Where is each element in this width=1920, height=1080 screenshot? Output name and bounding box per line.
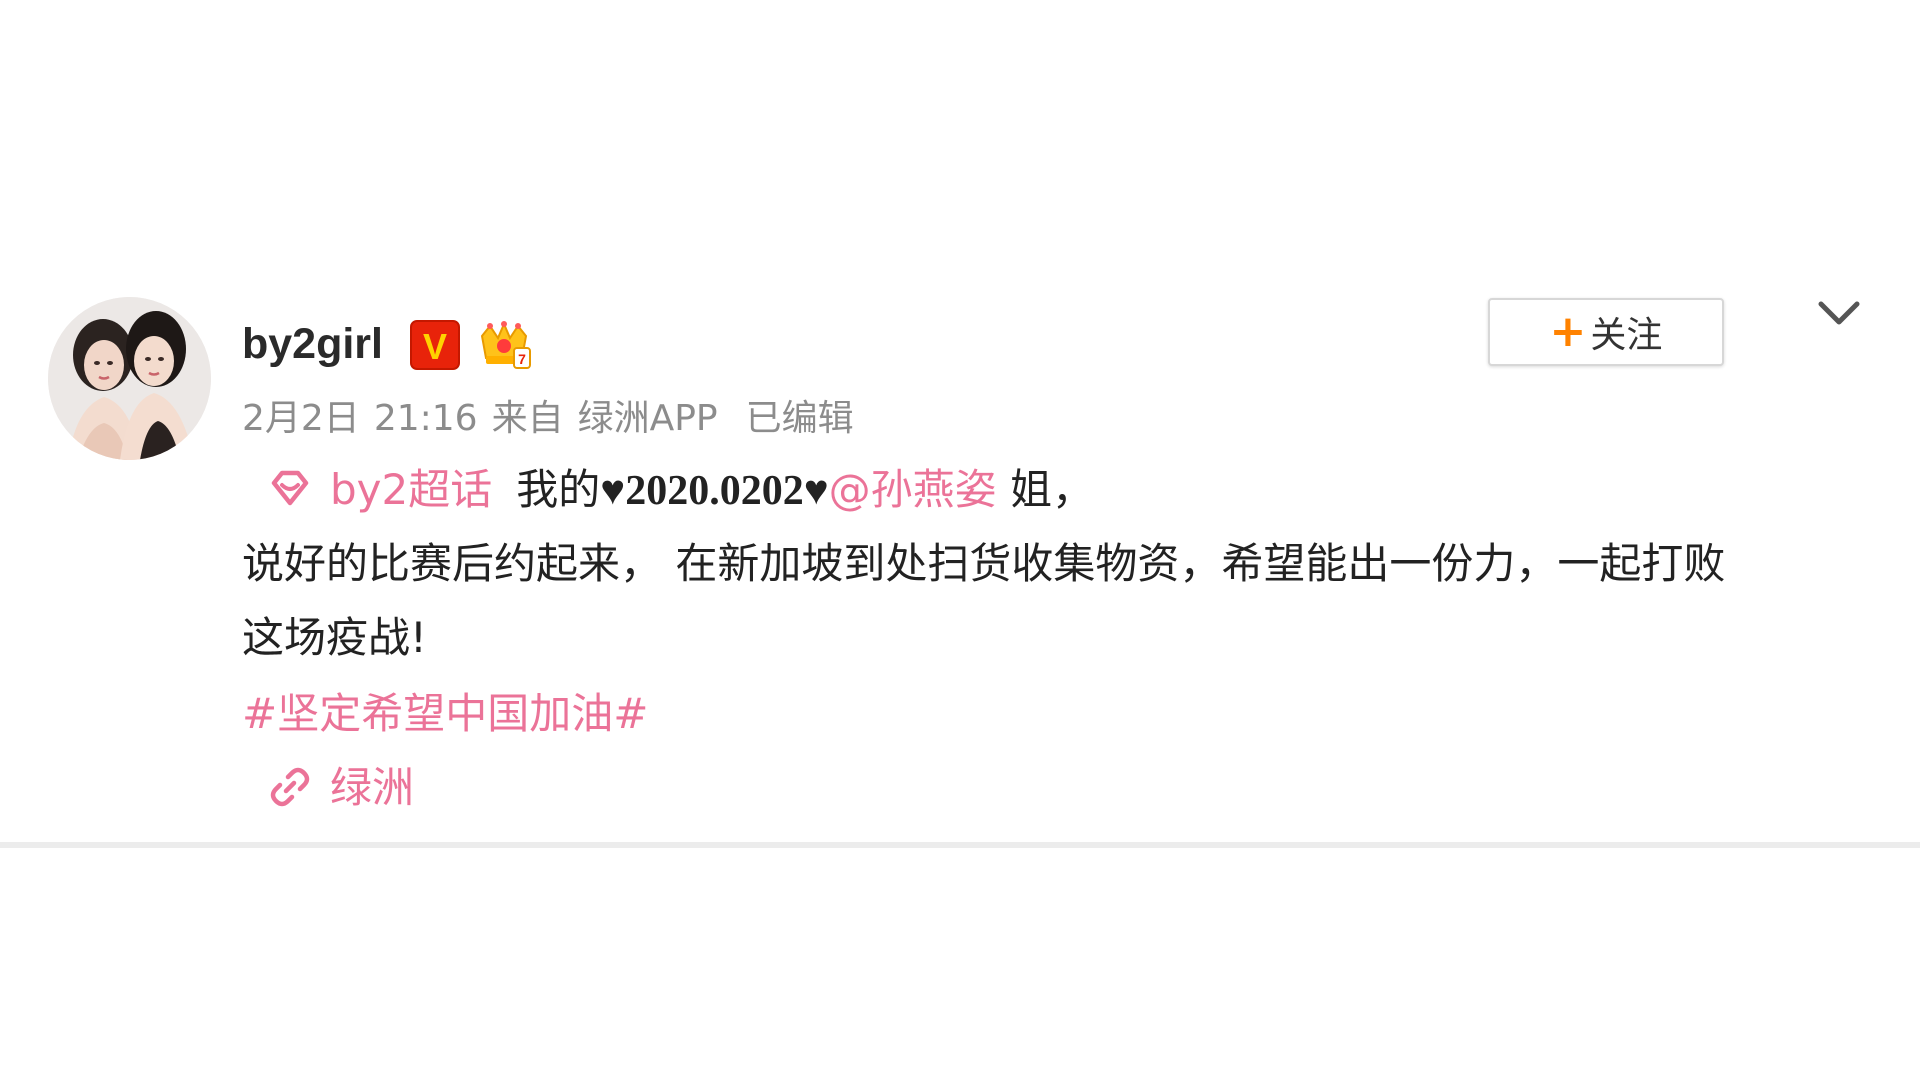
post-divider [0,842,1920,848]
post-text-line-1: by2超话 我的♥2020.0202♥@孙燕姿 姐， [242,462,1094,519]
plus-icon: + [1549,306,1587,357]
username[interactable]: by2girl [242,316,383,372]
post-text-intro: 我的 [516,465,601,514]
follow-button-label: 关注 [1590,315,1663,356]
date-tag: ♥2020.0202♥ [600,468,829,514]
mention-link[interactable]: @孙燕姿 [829,465,997,514]
post-text-line-3: 这场疫战! [242,613,427,662]
post-text-line-2: 说好的比赛后约起来， 在新加坡到处扫货收集物资，希望能出一份力，一起打败 [242,539,1726,588]
supertopic-link[interactable]: by2超话 [330,465,492,514]
edited-label[interactable]: 已编辑 [746,398,854,439]
link-icon [270,767,310,806]
post-meta: 2月2日 21:16 来自 绿洲APP 已编辑 [242,395,854,443]
svg-text:7: 7 [518,351,526,367]
post-time: 21:16 [373,398,478,439]
supertopic-diamond-icon [271,470,309,505]
weibo-post: by2girl V 7 2月2日 21:16 来自 绿洲APP 已编辑 + 关注 by2… [0,0,1920,1080]
avatar[interactable] [48,297,211,460]
chevron-down-icon[interactable] [1816,296,1862,332]
post-source[interactable]: 绿洲APP [578,398,718,439]
verified-badge-icon: V [410,320,460,370]
post-source-prefix: 来自 [491,398,564,439]
hashtag-link[interactable]: #坚定希望中国加油# [242,686,648,742]
crown-icon: 7 [480,321,531,369]
verified-badge-letter: V [423,326,447,367]
post-date: 2月2日 [242,398,360,439]
location-link[interactable]: 绿洲 [242,760,414,816]
post-text-suffix: 姐， [996,465,1095,514]
location-link-label[interactable]: 绿洲 [330,763,414,812]
follow-button[interactable]: + 关注 [1488,298,1724,366]
